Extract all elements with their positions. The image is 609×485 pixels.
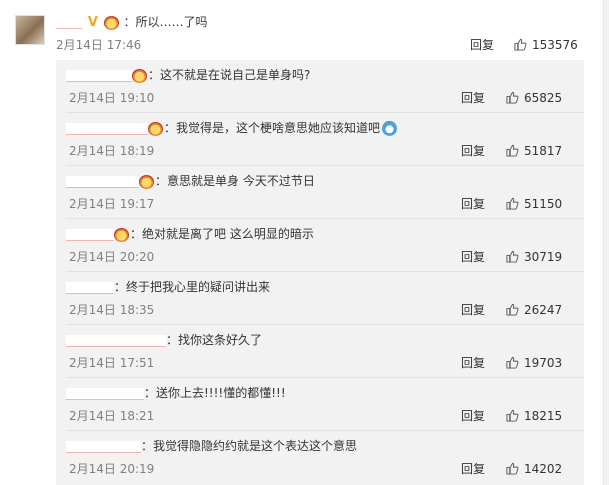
scrollbar[interactable]	[603, 0, 609, 485]
thumbs-up-icon	[506, 409, 519, 422]
like-count: 30719	[524, 250, 563, 264]
like-button[interactable]: 51150	[506, 196, 562, 212]
vip-badge-icon	[114, 227, 129, 242]
thumbs-up-icon	[514, 38, 527, 51]
reply-item: ：意思就是单身 今天不过节日 2月14日 19:17 回复 51150	[56, 166, 584, 219]
like-count: 51817	[524, 144, 563, 158]
thumbs-up-icon	[506, 91, 519, 104]
like-button[interactable]: 18215	[506, 408, 562, 424]
reply-time: 2月14日 19:17	[69, 197, 155, 211]
like-count: 19703	[524, 356, 563, 370]
thumbs-up-icon	[506, 250, 519, 263]
vip-badge-icon	[103, 15, 119, 30]
reply-item: ：送你上去!!!!懂的都懂!!! 2月14日 18:21 回复 18215	[56, 378, 584, 431]
reply-button[interactable]: 回复	[461, 461, 485, 477]
reply-time: 2月14日 18:35	[69, 303, 155, 317]
reply-time: 2月14日 18:19	[69, 144, 155, 158]
like-button[interactable]: 19703	[506, 355, 562, 371]
main-reply-button[interactable]: 回复	[470, 37, 494, 53]
reply-text: ：我觉得隐隐约约就是这个表达这个意思	[141, 439, 358, 453]
reply-text: ：意思就是单身 今天不过节日	[155, 174, 315, 188]
reply-item: ：这不就是在说自己是单身吗? 2月14日 19:10 回复 65825	[56, 60, 584, 113]
reply-time: 2月14日 17:51	[69, 356, 155, 370]
reply-time: 2月14日 20:20	[69, 250, 155, 264]
username-redacted[interactable]	[56, 16, 82, 29]
username-redacted[interactable]	[66, 281, 114, 294]
reply-text: ：这不就是在说自己是单身吗?	[148, 68, 311, 82]
reply-text: ：绝对就是离了吧 这么明显的暗示	[130, 227, 314, 241]
username-redacted[interactable]	[66, 175, 139, 188]
like-button[interactable]: 51817	[506, 143, 562, 159]
reply-text: ：找你这条好久了	[166, 333, 263, 347]
reply-item: ：我觉得隐隐约约就是这个表达这个意思 2月14日 20:19 回复 14202	[56, 431, 584, 484]
verified-v-icon: V	[87, 14, 98, 30]
like-count: 26247	[524, 303, 563, 317]
avatar[interactable]	[15, 15, 45, 45]
username-redacted[interactable]	[66, 334, 166, 347]
main-like-button[interactable]: 153576	[514, 37, 578, 53]
username-redacted[interactable]	[66, 69, 132, 82]
like-count: 18215	[524, 409, 563, 423]
thumbs-up-icon	[506, 144, 519, 157]
reply-button[interactable]: 回复	[461, 249, 485, 265]
reply-time: 2月14日 18:21	[69, 409, 155, 423]
username-redacted[interactable]	[66, 228, 114, 241]
doraemon-emoji-icon	[382, 121, 398, 136]
like-button[interactable]: 30719	[506, 249, 562, 265]
vip-badge-icon	[132, 68, 147, 83]
main-like-count: 153576	[532, 38, 578, 52]
main-comment-text: ：所以……了吗	[123, 15, 208, 29]
vip-badge-icon	[139, 174, 154, 189]
like-count: 14202	[524, 462, 563, 476]
username-redacted[interactable]	[66, 122, 148, 135]
username-redacted[interactable]	[66, 440, 141, 453]
main-comment-line: V ：所以……了吗	[56, 14, 208, 30]
like-button[interactable]: 26247	[506, 302, 562, 318]
reply-button[interactable]: 回复	[461, 196, 485, 212]
like-button[interactable]: 14202	[506, 461, 562, 477]
reply-time: 2月14日 20:19	[69, 462, 155, 476]
like-count: 51150	[524, 197, 563, 211]
reply-button[interactable]: 回复	[461, 355, 485, 371]
thumbs-up-icon	[506, 197, 519, 210]
username-redacted[interactable]	[66, 387, 144, 400]
vip-badge-icon	[148, 121, 163, 136]
reply-button[interactable]: 回复	[461, 302, 485, 318]
reply-item: ：绝对就是离了吧 这么明显的暗示 2月14日 20:20 回复 30719	[56, 219, 584, 272]
reply-button[interactable]: 回复	[461, 143, 485, 159]
reply-item: ：我觉得是，这个梗啥意思她应该知道吧 2月14日 18:19 回复 51817	[56, 113, 584, 166]
reply-button[interactable]: 回复	[461, 90, 485, 106]
thumbs-up-icon	[506, 462, 519, 475]
reply-item: ：终于把我心里的疑问讲出来 2月14日 18:35 回复 26247	[56, 272, 584, 325]
like-count: 65825	[524, 91, 563, 105]
thumbs-up-icon	[506, 303, 519, 316]
reply-text: ：终于把我心里的疑问讲出来	[114, 280, 271, 294]
main-comment-time: 2月14日 17:46	[56, 38, 142, 52]
reply-text: ：我觉得是，这个梗啥意思她应该知道吧	[164, 121, 381, 135]
reply-button[interactable]: 回复	[461, 408, 485, 424]
like-button[interactable]: 65825	[506, 90, 562, 106]
reply-text: ：送你上去!!!!懂的都懂!!!	[144, 386, 286, 400]
thumbs-up-icon	[506, 356, 519, 369]
reply-item: ：找你这条好久了 2月14日 17:51 回复 19703	[56, 325, 584, 378]
reply-list: ：这不就是在说自己是单身吗? 2月14日 19:10 回复 65825 ：我觉得…	[56, 60, 584, 485]
reply-time: 2月14日 19:10	[69, 91, 155, 105]
